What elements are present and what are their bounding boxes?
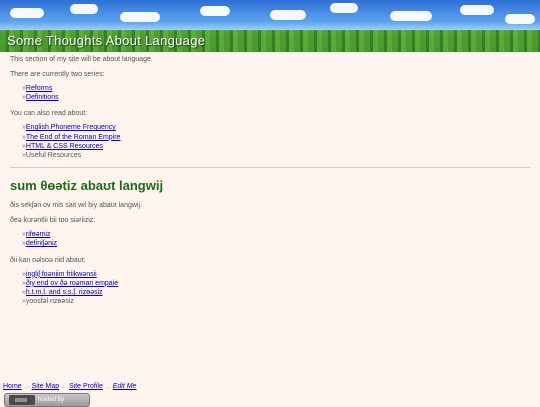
- list-item: »English Phoneme Frequency: [22, 123, 530, 132]
- phonetic-also-intro: ðii kan oəlsoə riid abaʊt:: [10, 256, 86, 264]
- english-series-list: »Reforms »Definitions: [10, 84, 530, 102]
- footer-separator: ...: [104, 383, 111, 390]
- footer-separator: ...: [23, 383, 30, 390]
- cloud-decoration: [200, 6, 230, 16]
- cloud-decoration: [10, 8, 44, 18]
- main-content: This section of my site will be about la…: [10, 55, 530, 306]
- phonetic-heading: sum θɵətiz abaʊt langwij: [10, 178, 164, 194]
- list-item: »Definitions: [22, 93, 530, 102]
- definitions-link[interactable]: Definitions: [26, 94, 59, 101]
- hosted-by-text: hosted by: [38, 397, 65, 403]
- phonetic-definitions-link[interactable]: definiʃəniz: [26, 240, 57, 247]
- header-banner: Some Thoughts About Language: [0, 0, 540, 52]
- roman-empire-link[interactable]: The End of the Roman Empire: [26, 134, 121, 141]
- phonetic-roman-empire-link[interactable]: ðiy end ov ðə roəman empaie: [26, 280, 118, 287]
- english-also-intro: You can also read about:: [10, 110, 88, 118]
- english-also-list: »English Phoneme Frequency »The End of t…: [10, 123, 530, 160]
- phonetic-html-css-link[interactable]: h.t.m.l. and s.s.ʃ. rizɵəsiz: [26, 289, 103, 296]
- phonetic-also-list: »ingliʃ foəniim friikwənsii »ðiy end ov …: [10, 270, 530, 307]
- phonetic-series-list: »rifɵəmiz »definiʃəniz: [10, 230, 530, 248]
- list-item: »ingliʃ foəniim friikwənsii: [22, 270, 530, 279]
- list-item: »rifɵəmiz: [22, 230, 530, 239]
- phonetic-phoneme-frequency-link[interactable]: ingliʃ foəniim friikwənsii: [26, 271, 97, 278]
- html-css-resources-link[interactable]: HTML & CSS Resources: [26, 143, 103, 150]
- useful-resources-text: Useful Resources: [25, 152, 82, 160]
- english-series-intro: There are currently two series:: [10, 71, 105, 78]
- footer-nav: Home... Site Map... Site Profile... Edit Me: [3, 383, 136, 390]
- edit-me-link[interactable]: Edit Me: [113, 383, 137, 390]
- cloud-decoration: [270, 10, 306, 20]
- cloud-decoration: [505, 14, 535, 24]
- list-item: »The End of the Roman Empire: [22, 133, 530, 142]
- phonetic-reforms-link[interactable]: rifɵəmiz: [26, 231, 51, 238]
- list-item: »ðiy end ov ðə roəman empaie: [22, 279, 530, 288]
- cloud-decoration: [120, 12, 160, 22]
- list-item: »h.t.m.l. and s.s.ʃ. rizɵəsiz: [22, 288, 530, 297]
- cloud-decoration: [390, 11, 432, 21]
- phonetic-useful-resources-text: yoosfəl rizɵəsiz: [25, 298, 74, 306]
- phoneme-frequency-link[interactable]: English Phoneme Frequency: [26, 124, 116, 131]
- footer-separator: ...: [61, 383, 67, 390]
- home-link[interactable]: Home: [3, 383, 22, 390]
- phonetic-series-intro: ðeə kurəntlii bii tɒo siəriiziz:: [10, 217, 96, 225]
- cloud-decoration: [460, 5, 494, 15]
- list-item: »definiʃəniz: [22, 239, 530, 248]
- list-item: »Useful Resources: [22, 151, 530, 160]
- reforms-link[interactable]: Reforms: [26, 85, 52, 92]
- list-item: »Reforms: [22, 84, 530, 93]
- list-item: »yoosfəl rizɵəsiz: [22, 297, 530, 306]
- english-intro: This section of my site will be about la…: [10, 56, 153, 63]
- site-title: Some Thoughts About Language: [7, 33, 206, 48]
- cloud-decoration: [330, 3, 358, 13]
- site-map-link[interactable]: Site Map: [32, 383, 60, 390]
- site-profile-link[interactable]: Site Profile: [69, 383, 103, 390]
- host-logo-icon: [9, 395, 35, 405]
- list-item: »HTML & CSS Resources: [22, 142, 530, 151]
- phonetic-intro: ðis sekʃən ov mis sait wil biy abaʊt lan…: [10, 202, 142, 210]
- cloud-decoration: [70, 4, 98, 14]
